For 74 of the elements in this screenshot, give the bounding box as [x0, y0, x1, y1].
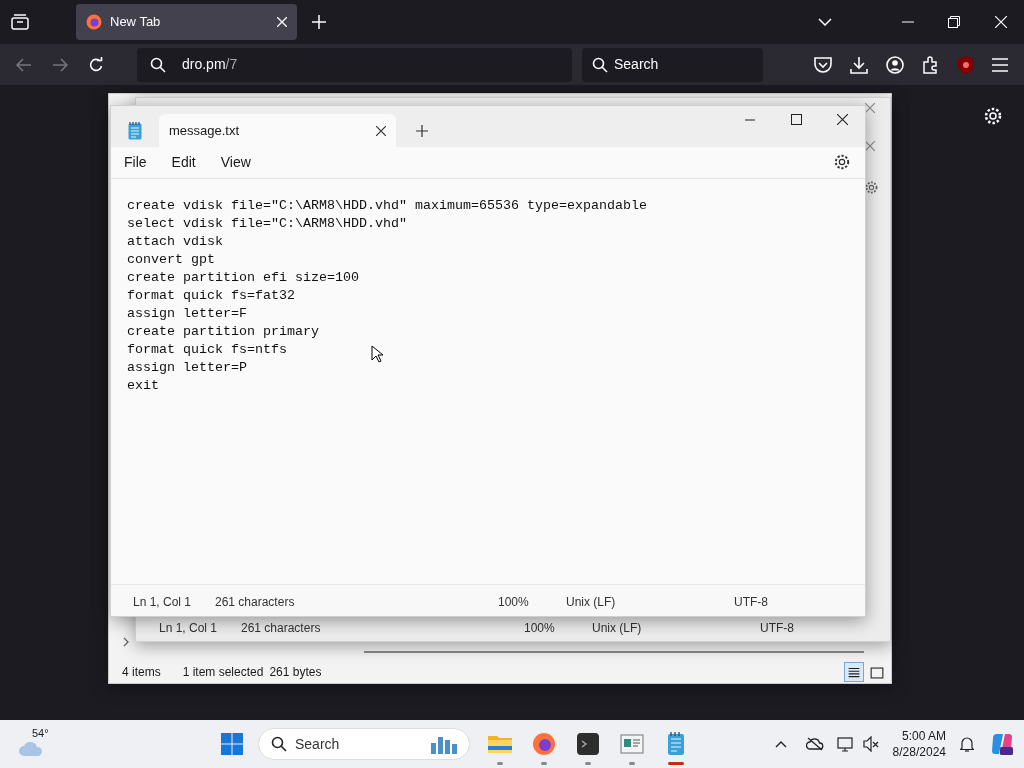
selection-info: 1 item selected [182, 664, 264, 681]
zoom-level[interactable]: 100% [498, 593, 529, 612]
code-line: create partition efi size=100 [127, 268, 359, 287]
display-icon[interactable] [836, 736, 855, 752]
file-tab[interactable]: message.txt [159, 114, 396, 147]
start-icon[interactable] [221, 733, 243, 755]
notepad-icon [128, 122, 142, 140]
cloud-off-icon[interactable] [805, 737, 824, 751]
encoding[interactable]: UTF-8 [760, 619, 794, 637]
clock-time[interactable]: 5:00 AM [901, 728, 946, 744]
search-placeholder: Search [295, 734, 340, 754]
search-placeholder: Search [614, 55, 659, 74]
search-field[interactable]: Search [582, 47, 763, 82]
cursor-icon [371, 345, 383, 363]
menu-item[interactable]: File [124, 151, 147, 173]
code-line: assign letter=F [127, 304, 247, 323]
taskbar-search[interactable]: Search [258, 728, 470, 760]
details-view-button[interactable] [844, 662, 864, 682]
code-line: exit [127, 376, 159, 395]
code-line: convert gpt [127, 250, 215, 269]
cursor-position: Ln 1, Col 1 [133, 594, 192, 612]
shield-icon[interactable] [958, 55, 974, 74]
menu-item[interactable]: Edit [171, 151, 196, 173]
code-line: create vdisk file="C:\ARM8\HDD.vhd" maximum=65536 type=expandable [127, 196, 647, 215]
chevron-down-icon[interactable] [818, 18, 832, 26]
chevron-right-icon[interactable] [123, 637, 130, 647]
maximize-icon[interactable] [791, 114, 802, 125]
reload-icon[interactable] [88, 56, 104, 73]
weather-icon [18, 739, 44, 757]
forward-icon[interactable] [52, 57, 68, 72]
tab-list-icon[interactable] [11, 14, 29, 30]
code-line: format quick fs=ntfs [127, 340, 287, 359]
item-count: 4 items [122, 664, 161, 681]
search-icon [592, 56, 608, 73]
tab-title: message.txt [169, 121, 240, 140]
address-bar[interactable]: dro.pm/7 [137, 47, 572, 82]
account-icon[interactable] [886, 55, 904, 74]
pocket-icon[interactable] [814, 56, 832, 73]
new-tab-icon[interactable] [416, 125, 428, 137]
url-text: dro.pm/7 [182, 55, 238, 74]
code-line: create partition primary [127, 322, 319, 341]
tab-title: New Tab [110, 13, 161, 32]
copilot-icon[interactable] [990, 732, 1014, 756]
code-line: assign letter=P [127, 358, 247, 377]
browser-tab[interactable]: New Tab [76, 4, 297, 40]
weather-widget[interactable]: 54° [18, 729, 50, 759]
code-line: format quick fs=fat32 [127, 286, 295, 305]
menu-item[interactable]: View [220, 151, 251, 173]
clock-date[interactable]: 8/28/2024 [892, 744, 946, 760]
size-info: 261 bytes [269, 664, 322, 681]
zoom-level[interactable]: 100% [524, 619, 555, 637]
restore-icon[interactable] [948, 16, 960, 28]
browser-logo-icon [86, 14, 102, 30]
line-ending[interactable]: Unix (LF) [592, 619, 642, 637]
character-count: 261 characters [215, 594, 295, 612]
temperature: 54° [32, 726, 49, 741]
speaker-muted-icon[interactable] [862, 736, 879, 752]
menu-icon[interactable] [992, 57, 1008, 72]
bell-icon[interactable] [960, 736, 974, 752]
settings-icon[interactable] [834, 154, 850, 171]
encoding[interactable]: UTF-8 [734, 593, 768, 612]
close-icon[interactable] [376, 125, 386, 136]
character-count: 261 characters [241, 620, 321, 637]
search-icon [150, 56, 166, 73]
search-icon [271, 736, 287, 752]
extensions-icon[interactable] [922, 55, 940, 74]
back-icon[interactable] [16, 57, 32, 72]
download-icon[interactable] [850, 55, 868, 74]
cursor-position: Ln 1, Col 1 [159, 620, 218, 637]
code-line: select vdisk file="C:\ARM8\HDD.vhd" [127, 214, 407, 233]
close-icon[interactable] [837, 114, 848, 125]
code-line: attach vdisk [127, 232, 223, 251]
chevron-up-icon[interactable] [774, 740, 787, 748]
line-ending[interactable]: Unix (LF) [566, 593, 616, 612]
